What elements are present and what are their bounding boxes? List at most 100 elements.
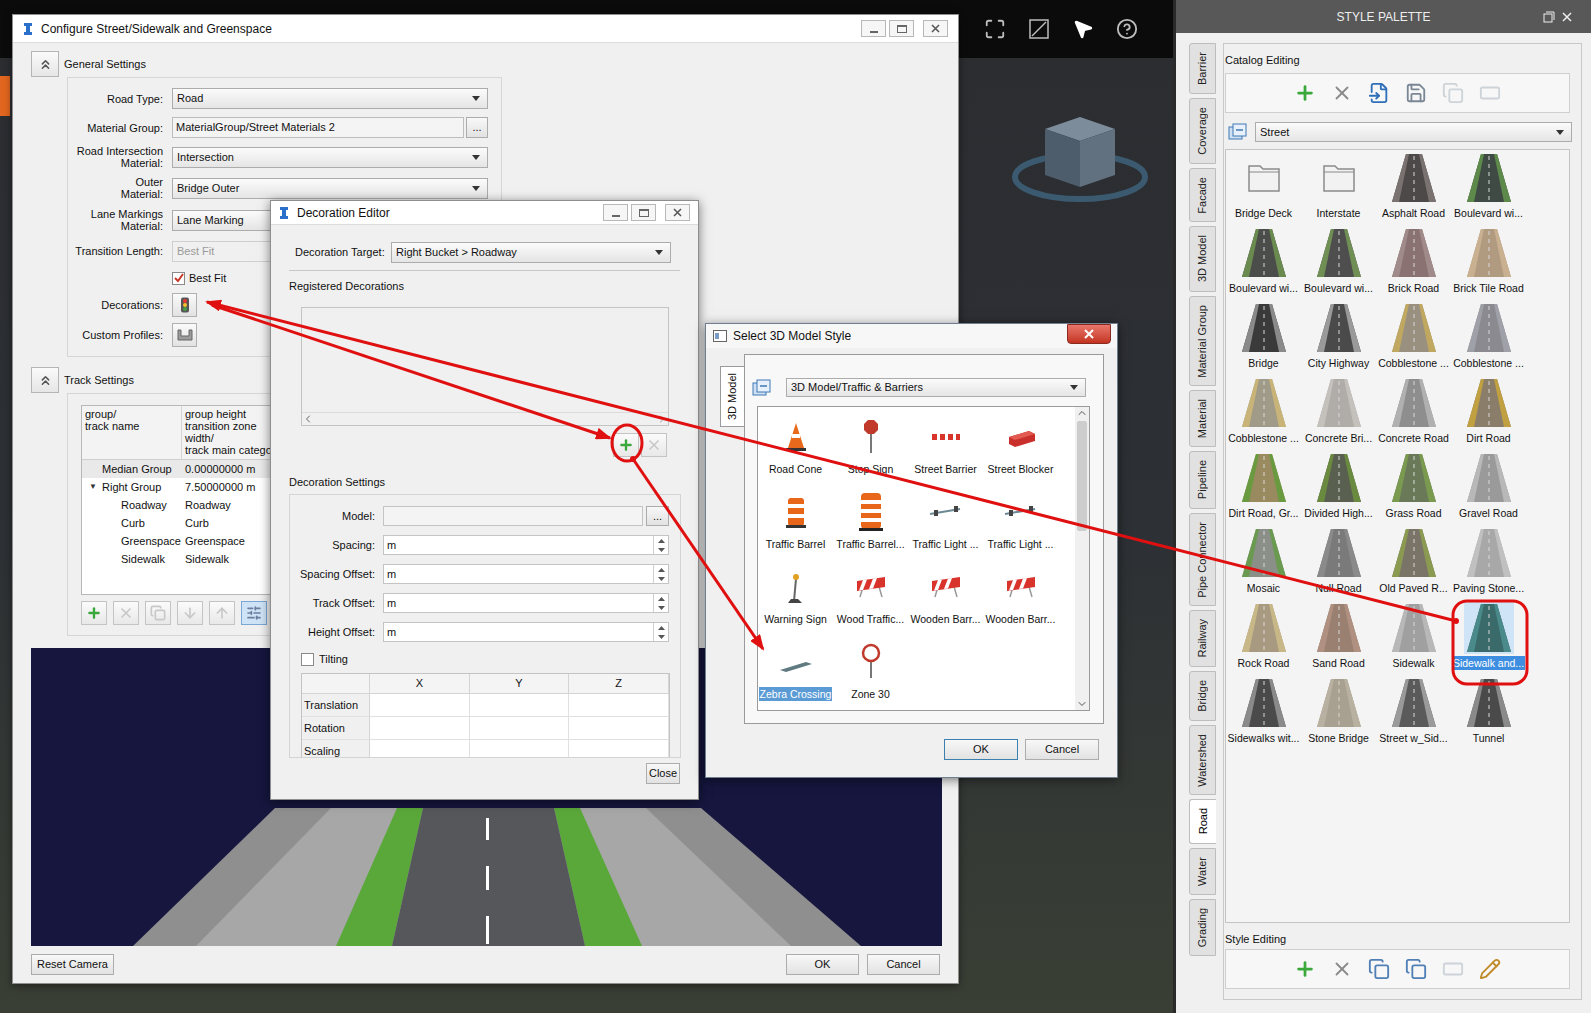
palette-tab[interactable]: Bridge [1189,671,1216,721]
style-item[interactable]: Interstate [1301,150,1376,225]
style-item[interactable]: Brick Road [1376,225,1451,300]
model-item[interactable]: Traffic Barrel [758,482,833,557]
minimize-button[interactable] [861,20,886,37]
table-cell[interactable] [569,740,669,758]
cancel-button[interactable]: Cancel [1025,739,1099,760]
palette-tab[interactable]: Pipe Connector [1189,513,1216,607]
add-decoration-button[interactable] [613,433,639,457]
style-item[interactable]: Street w_Sid... [1376,675,1451,750]
style-item[interactable]: Brick Tile Road [1451,225,1526,300]
checkbox[interactable] [301,653,314,666]
expand-toggle[interactable]: ▼ [89,481,102,493]
collapse-button[interactable] [31,367,59,393]
palette-tab[interactable]: Coverage [1189,98,1216,164]
palette-tool-button[interactable] [1405,82,1427,104]
column-header[interactable]: group/track name [82,406,182,459]
palette-tab[interactable]: Water [1189,848,1216,895]
style-item[interactable]: Dirt Road [1451,375,1526,450]
spin-arrows[interactable] [653,536,668,554]
model-item[interactable]: Zone 30 [833,632,908,707]
style-item[interactable]: Cobblestone ... [1226,375,1301,450]
model-item[interactable]: Wood Traffic... [833,557,908,632]
palette-tab[interactable]: Watershed [1189,725,1216,796]
style-item[interactable]: Rock Road [1226,600,1301,675]
scroll-down-icon[interactable] [1076,698,1088,710]
style-item[interactable]: Concrete Road [1376,375,1451,450]
spin-up[interactable] [654,565,668,574]
model-item[interactable]: Road Cone [758,407,833,482]
model-field[interactable] [383,506,643,526]
model-item[interactable]: Wooden Barr... [908,557,983,632]
registered-list[interactable] [301,307,669,426]
track-tool-button[interactable] [81,601,107,625]
style-item[interactable]: Asphalt Road [1376,150,1451,225]
spin-box[interactable]: m [383,564,669,584]
palette-tab[interactable]: Material [1189,390,1216,447]
model-item[interactable]: Traffic Barrel... [833,482,908,557]
spin-down[interactable] [654,545,668,554]
spin-box[interactable]: m [383,593,669,613]
palette-tool-button[interactable] [1294,82,1316,104]
table-cell[interactable] [470,740,570,758]
palette-tab[interactable]: Material Group [1189,296,1216,387]
palette-tab[interactable]: Barrier [1189,43,1216,94]
style-item[interactable]: Old Paved R... [1376,525,1451,600]
help-icon[interactable] [1116,18,1138,40]
spin-box[interactable]: m [383,535,669,555]
text-field[interactable]: MaterialGroup/Street Materials 2 [172,117,464,138]
decorations-button[interactable] [172,293,197,317]
browse-model-button[interactable]: ... [646,506,669,526]
style-item[interactable]: Sidewalks wit... [1226,675,1301,750]
style-item[interactable]: Bridge Deck [1226,150,1301,225]
style-item[interactable]: Divided High... [1301,450,1376,525]
style-item[interactable]: Sand Road [1301,600,1376,675]
cancel-button[interactable]: Cancel [867,954,940,975]
scroll-thumb[interactable] [1077,421,1087,531]
model-item[interactable]: Zebra Crossing [758,632,833,707]
palette-tool-button[interactable] [1479,958,1501,980]
palette-tool-button[interactable] [1331,82,1353,104]
scroll-up-icon[interactable] [1076,407,1088,419]
combo-box[interactable]: Road [172,88,488,109]
palette-tab[interactable]: Road [1189,799,1216,843]
close-button[interactable] [1067,324,1111,344]
style-item[interactable]: Boulevard wi... [1301,225,1376,300]
palette-tab[interactable]: Grading [1189,899,1216,956]
maximize-button[interactable] [631,204,656,221]
spin-down[interactable] [654,603,668,612]
table-cell[interactable] [370,740,470,758]
ok-button[interactable]: OK [786,954,859,975]
checkbox-row[interactable]: Best Fit [172,270,226,287]
model-item[interactable]: Stop Sign [833,407,908,482]
style-item[interactable]: Dirt Road, Gr... [1226,450,1301,525]
horizontal-scrollbar[interactable] [302,412,668,425]
category-combo[interactable]: 3D Model/Traffic & Barriers [786,378,1086,397]
style-item[interactable]: Gravel Road [1451,450,1526,525]
view-cube-icon[interactable] [1005,105,1155,215]
side-tab[interactable]: 3D Model [720,366,744,427]
spin-box[interactable]: m [383,622,669,642]
table-cell[interactable] [370,717,470,739]
table-cell[interactable] [470,717,570,739]
model-item[interactable]: Traffic Light ... [908,482,983,557]
tilting-row[interactable]: Tilting [290,650,680,668]
model-item[interactable]: Traffic Light ... [983,482,1058,557]
table-cell[interactable] [569,717,669,739]
model-item[interactable]: Wooden Barr... [983,557,1058,632]
pointer-icon[interactable] [1072,18,1094,40]
palette-tool-button[interactable] [1368,958,1390,980]
vertical-scrollbar[interactable] [1075,407,1089,710]
model-item[interactable]: Warning Sign [758,557,833,632]
style-item[interactable]: Null Road [1301,525,1376,600]
spin-down[interactable] [654,632,668,641]
spin-arrows[interactable] [653,565,668,583]
style-item[interactable]: Boulevard wi... [1451,150,1526,225]
category-combo[interactable]: Street [1255,122,1572,142]
close-button[interactable]: Close [646,763,680,784]
style-item[interactable]: Grass Road [1376,450,1451,525]
palette-tool-button[interactable] [1331,958,1353,980]
style-item[interactable]: City Highway [1301,300,1376,375]
track-tool-button[interactable] [241,601,267,625]
close-button[interactable] [923,20,948,37]
scroll-right-icon[interactable] [656,413,668,425]
